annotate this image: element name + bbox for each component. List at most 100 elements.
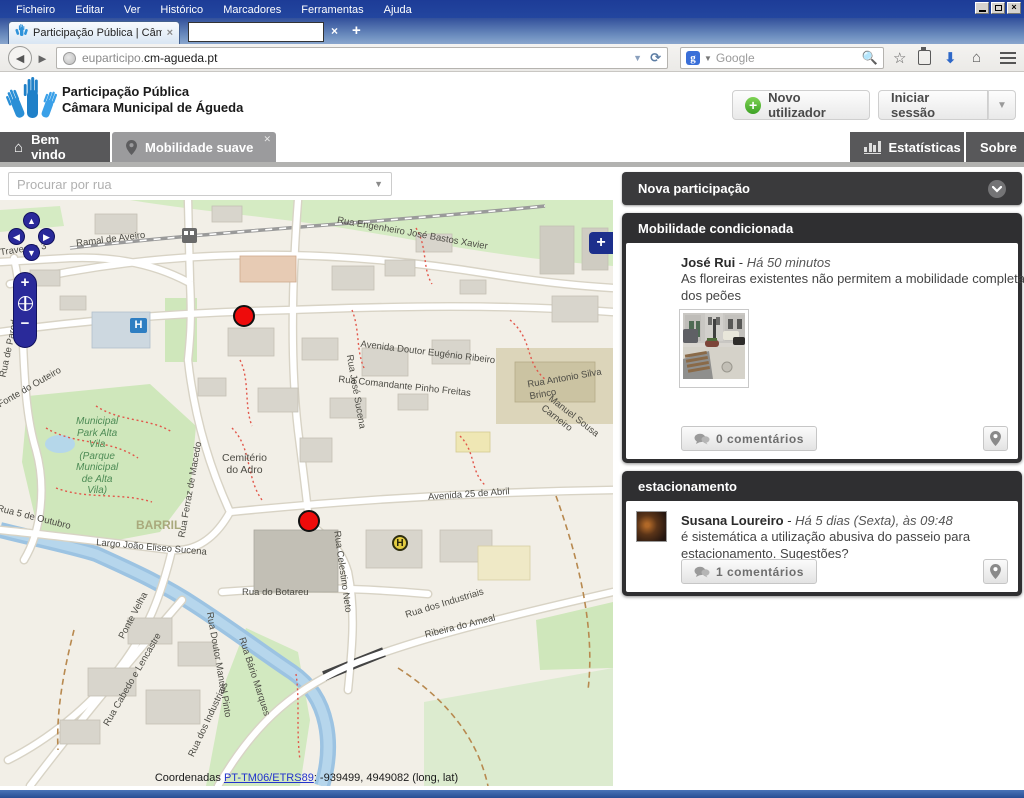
tab-welcome[interactable]: ⌂ Bem vindo — [0, 132, 110, 162]
site-header: Participação Pública Câmara Municipal de… — [0, 72, 1024, 132]
zoom-out-button[interactable]: − — [14, 314, 36, 334]
map-canvas[interactable]: Travessa 3Ramal de AveiroRua Engenheiro … — [0, 200, 613, 786]
hospital-icon: H — [130, 318, 147, 333]
street-search-combobox[interactable]: ▼ — [8, 172, 392, 196]
card-body: José Rui - Há 50 minutos As floreiras ex… — [626, 243, 1018, 459]
bookmarks-panel-icon[interactable] — [918, 50, 931, 65]
back-button[interactable]: ◄ — [8, 46, 32, 70]
minimize-button[interactable] — [975, 2, 989, 14]
street-search-input[interactable] — [17, 177, 374, 192]
map-pin-icon — [126, 140, 137, 155]
home-icon[interactable]: ⌂ — [972, 49, 981, 66]
layer-switcher-button[interactable]: + — [589, 232, 613, 254]
menu-item[interactable]: Ferramentas — [301, 4, 363, 16]
avatar — [636, 511, 667, 542]
browser-tab-active[interactable]: Participação Pública | Câmar... × — [8, 21, 180, 44]
comment-bubble-icon — [694, 433, 710, 445]
locate-on-map-button[interactable] — [983, 559, 1008, 584]
globe-icon — [63, 52, 76, 65]
participation-card: Mobilidade condicionada José Rui - Há 50… — [622, 213, 1022, 463]
site-title: Participação Pública Câmara Municipal de… — [62, 84, 243, 116]
browser-search-box[interactable]: g ▼ 🔍 — [680, 47, 884, 69]
menu-item[interactable]: Ficheiro — [16, 4, 55, 16]
map-street-label: Rua do Botareu — [242, 587, 309, 599]
google-icon: g — [686, 51, 700, 65]
browser-tab-empty[interactable] — [188, 22, 324, 42]
zoom-world-icon[interactable] — [18, 296, 33, 311]
menu-item[interactable]: Ajuda — [384, 4, 412, 16]
menu-item[interactable]: Marcadores — [223, 4, 281, 16]
url-text: euparticipo.cm-agueda.pt — [82, 51, 217, 65]
site-title-line1: Participação Pública — [62, 84, 243, 100]
search-engine-dropdown-icon[interactable]: ▼ — [704, 54, 712, 63]
close-window-button[interactable]: × — [1007, 2, 1021, 14]
new-participation-bar[interactable]: Nova participação — [622, 172, 1022, 205]
url-dropdown-icon[interactable]: ▼ — [633, 53, 642, 63]
browser-menubar: Ficheiro Editar Ver Histórico Marcadores Ferr… — [0, 0, 1024, 18]
browser-tab-title: Participação Pública | Câmar... — [33, 27, 162, 39]
pan-down-button[interactable]: ▼ — [23, 244, 40, 261]
tab-close-icon[interactable]: ✕ — [263, 134, 271, 145]
menu-hamburger-icon[interactable] — [1000, 52, 1016, 64]
comments-button[interactable]: 0 comentários — [681, 426, 817, 451]
tab-divider-strip — [0, 162, 1024, 167]
chevron-down-icon[interactable]: ▼ — [374, 179, 383, 189]
browser-search-input[interactable] — [716, 51, 858, 65]
window-bottom-border — [0, 790, 1024, 798]
train-station-icon — [182, 228, 197, 243]
menu-item[interactable]: Editar — [75, 4, 104, 16]
pan-right-button[interactable]: ▶ — [38, 228, 55, 245]
author-line: José Rui - Há 50 minutos — [681, 255, 1008, 270]
reload-icon[interactable]: ⟳ — [650, 50, 661, 66]
comments-button[interactable]: 1 comentários — [681, 559, 817, 584]
locate-on-map-button[interactable] — [983, 426, 1008, 451]
forward-button[interactable]: ► — [36, 51, 49, 66]
participation-panel: Nova participação Mobilidade condicionad… — [622, 172, 1022, 596]
restore-button[interactable] — [991, 2, 1005, 14]
chevron-down-icon[interactable] — [988, 180, 1006, 198]
window-controls: × — [975, 2, 1021, 14]
map-street-label: BARRIL — [136, 520, 181, 532]
card-category: Mobilidade condicionada — [626, 213, 1018, 243]
card-body: Susana Loureiro - Há 5 dias (Sexta), às … — [626, 501, 1018, 592]
site-logo-hands — [6, 76, 58, 135]
helipad-icon: H — [392, 535, 408, 551]
map-zoom-control[interactable]: + − — [13, 272, 37, 348]
new-user-button[interactable]: + Novo utilizador — [732, 90, 870, 120]
participation-text: As floreiras existentes não permitem a m… — [681, 270, 1024, 304]
login-dropdown-button[interactable]: ▼ — [988, 90, 1016, 120]
pan-up-button[interactable]: ▲ — [23, 212, 40, 229]
tab-mobility-active[interactable]: Mobilidade suave ✕ — [112, 132, 276, 162]
page-tabs: ⌂ Bem vindo Mobilidade suave ✕ Estatísti… — [0, 132, 1024, 162]
hands-favicon — [15, 24, 28, 42]
downloads-icon[interactable]: ⬇ — [944, 49, 957, 67]
attachment-photo[interactable] — [679, 309, 749, 388]
projection-link[interactable]: PT-TM06/ETRS89 — [224, 772, 314, 784]
bookmark-star-icon[interactable]: ☆ — [893, 49, 906, 67]
comment-bubble-icon — [694, 566, 710, 578]
tab2-close-icon[interactable]: × — [331, 24, 338, 38]
tab-about[interactable]: Sobre — [966, 132, 1024, 162]
browser-navbar: ◄ ► euparticipo.cm-agueda.pt ▼ ⟳ g ▼ 🔍 ☆… — [0, 44, 1024, 72]
zoom-in-button[interactable]: + — [14, 273, 36, 293]
tab-statistics[interactable]: Estatísticas — [850, 132, 964, 162]
coordinates-readout: Coordenadas PT-TM06/ETRS89: -939499, 494… — [0, 772, 613, 784]
pan-left-button[interactable]: ◀ — [8, 228, 25, 245]
login-button[interactable]: Iniciar sessão — [878, 90, 988, 120]
participation-marker[interactable] — [233, 305, 255, 327]
plus-icon: + — [745, 97, 761, 114]
menu-item[interactable]: Histórico — [160, 4, 203, 16]
menu-item[interactable]: Ver — [124, 4, 141, 16]
menu-items: Ficheiro Editar Ver Histórico Marcadores Ferr… — [16, 0, 432, 18]
participation-marker[interactable] — [298, 510, 320, 532]
tab-close-icon[interactable]: × — [167, 27, 173, 39]
map-street-label: Municipal Park Alta Vila (Parque Municip… — [76, 416, 118, 497]
map-pan-control[interactable]: ▲ ◀ ▶ ▼ — [8, 212, 56, 264]
url-bar[interactable]: euparticipo.cm-agueda.pt ▼ ⟳ — [56, 47, 668, 69]
new-tab-button[interactable]: + — [352, 22, 361, 39]
map-street-label: Cemitério do Adro — [222, 453, 267, 476]
participation-text: é sistemática a utilização abusiva do pa… — [681, 528, 1024, 562]
card-category: estacionamento — [626, 471, 1018, 501]
site-title-line2: Câmara Municipal de Águeda — [62, 100, 243, 116]
magnifier-icon[interactable]: 🔍 — [862, 50, 878, 66]
